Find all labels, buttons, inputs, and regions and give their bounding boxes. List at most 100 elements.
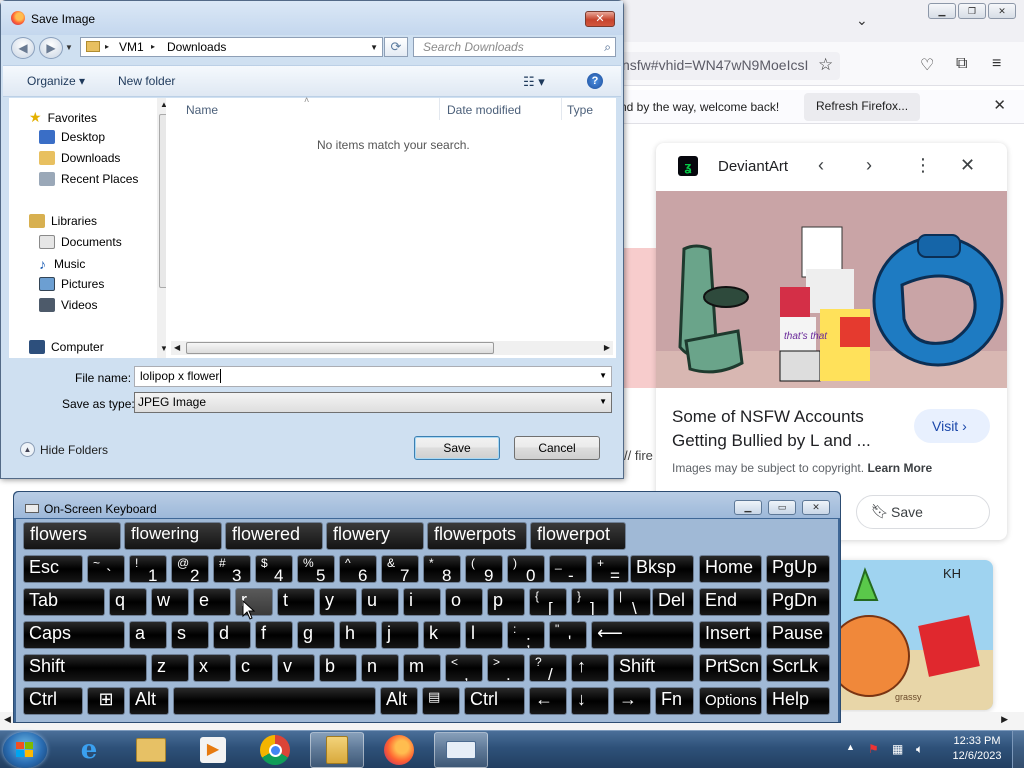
windows-key-icon[interactable]: ⊞ <box>87 687 125 715</box>
suggestion-key[interactable]: flowering <box>124 522 222 550</box>
on-screen-keyboard-icon[interactable] <box>434 732 488 768</box>
key-tab[interactable]: Tab <box>23 588 105 616</box>
key-pgup[interactable]: PgUp <box>766 555 830 583</box>
key-/[interactable]: ? / <box>529 654 567 682</box>
key-3[interactable]: #3 <box>213 555 251 583</box>
dialog-close-button[interactable]: ✕ <box>585 11 615 27</box>
key-e[interactable]: e <box>193 588 231 616</box>
file-list-hscrollbar[interactable]: ◀ ▶ <box>171 341 613 355</box>
key-l[interactable]: l <box>465 621 503 649</box>
forward-button[interactable]: ▶ <box>39 37 63 59</box>
key-left[interactable]: ← <box>529 687 567 715</box>
nav-documents[interactable]: Documents <box>39 235 122 249</box>
key-fn[interactable]: Fn <box>655 687 694 715</box>
key-a[interactable]: a <box>129 621 167 649</box>
key-5[interactable]: % 5 <box>297 555 335 583</box>
hscroll-right-icon[interactable]: ▶ <box>604 343 610 352</box>
file-list[interactable]: ˄ Name Date modified Type No items match… <box>166 95 616 358</box>
key-0[interactable]: ) 0 <box>507 555 545 583</box>
key-help[interactable]: Help <box>766 687 830 715</box>
search-input[interactable]: Search Downloads ⌕ <box>413 37 616 57</box>
related-image-card[interactable]: KH grassy <box>825 560 993 710</box>
suggestion-key[interactable]: flowers <box>23 522 121 550</box>
cancel-button[interactable]: Cancel <box>514 436 600 460</box>
key-n[interactable]: n <box>361 654 399 682</box>
save-type-select[interactable]: JPEG Image ▼ <box>134 392 612 413</box>
visit-button[interactable]: Visit › <box>914 409 990 443</box>
preview-image[interactable]: that's that <box>656 191 1007 388</box>
key-1[interactable]: ! 1 <box>129 555 167 583</box>
breadcrumb-vm1[interactable]: VM1 <box>119 40 144 54</box>
key-right[interactable]: → <box>613 687 651 715</box>
key-g[interactable]: g <box>297 621 335 649</box>
tab-list-chevron-icon[interactable]: ⌄ <box>856 12 868 29</box>
key-ctrl-left[interactable]: Ctrl <box>23 687 83 715</box>
key-,[interactable]: <, <box>445 654 483 682</box>
address-dropdown-icon[interactable]: ▼ <box>370 43 378 52</box>
close-notification-icon[interactable]: ✕ <box>993 96 1006 114</box>
key-4[interactable]: $4 <box>255 555 293 583</box>
address-chevron-icon[interactable]: ▸ <box>105 42 109 51</box>
next-arrow-icon[interactable]: › <box>866 155 872 176</box>
clock[interactable]: 12:33 PM 12/6/2023 <box>946 734 1008 764</box>
menu-key-icon[interactable]: ▤ <box>422 687 460 715</box>
key-space[interactable] <box>173 687 376 715</box>
key-c[interactable]: c <box>235 654 273 682</box>
hscroll-left-icon[interactable]: ◀ <box>174 343 180 352</box>
key-k[interactable]: k <box>423 621 461 649</box>
key-end[interactable]: End <box>699 588 762 616</box>
close-window-button[interactable]: ✕ <box>988 3 1016 19</box>
learn-more-link[interactable]: Learn More <box>867 461 932 475</box>
show-hidden-icons-icon[interactable]: ▲ <box>846 742 855 752</box>
osk-maximize-button[interactable]: ▭ <box>768 500 796 515</box>
key-.[interactable]: >. <box>487 654 525 682</box>
refresh-firefox-button[interactable]: Refresh Firefox... <box>804 93 921 121</box>
nav-pictures[interactable]: Pictures <box>39 277 104 291</box>
more-options-icon[interactable]: ⋮ <box>914 155 932 176</box>
key-home[interactable]: Home <box>699 555 762 583</box>
key-v[interactable]: v <box>277 654 315 682</box>
key-'[interactable]: " ' <box>549 621 587 649</box>
hscroll-thumb[interactable] <box>186 342 494 354</box>
suggestion-key[interactable]: flowery <box>326 522 424 550</box>
key-\[interactable]: | \ <box>613 588 651 616</box>
key-9[interactable]: (9 <box>465 555 503 583</box>
media-player-icon[interactable]: ▶ <box>186 732 240 768</box>
file-name-input[interactable]: lolipop x flower ▼ <box>134 366 612 387</box>
key-;[interactable]: :; <box>507 621 545 649</box>
internet-explorer-icon[interactable]: e <box>62 732 116 768</box>
nav-computer[interactable]: Computer <box>29 340 104 354</box>
key-q[interactable]: q <box>109 588 147 616</box>
key-w[interactable]: w <box>151 588 189 616</box>
key-p[interactable]: p <box>487 588 525 616</box>
key-7[interactable]: & 7 <box>381 555 419 583</box>
nav-favorites[interactable]: ★ Favorites <box>29 109 97 126</box>
breadcrumb-separator-icon[interactable]: ▸ <box>151 42 155 51</box>
key-[[interactable]: {[ <box>529 588 567 616</box>
refresh-button[interactable]: ⟳ <box>384 37 408 57</box>
key--[interactable]: _ - <box>549 555 587 583</box>
key-b[interactable]: b <box>319 654 357 682</box>
maximize-button[interactable]: ❐ <box>958 3 986 19</box>
key-options[interactable]: Options <box>699 687 762 715</box>
file-name-dropdown-icon[interactable]: ▼ <box>599 371 607 380</box>
key-j[interactable]: j <box>381 621 419 649</box>
url-bar[interactable]: nsfw#vhid=WN47wN9MoeIcsI <box>600 52 840 80</box>
suggestion-key[interactable]: flowerpots <box>427 522 527 550</box>
key-z[interactable]: z <box>151 654 189 682</box>
volume-icon[interactable]: 🔈︎ <box>916 742 923 757</box>
key-pause[interactable]: Pause <box>766 621 830 649</box>
key-6[interactable]: ^ 6 <box>339 555 377 583</box>
suggestion-key[interactable]: flowered <box>225 522 323 550</box>
network-icon[interactable]: ▦ <box>892 742 903 756</box>
osk-close-button[interactable]: ✕ <box>802 500 830 515</box>
nav-downloads[interactable]: Downloads <box>39 151 120 165</box>
show-desktop-button[interactable] <box>1012 731 1024 768</box>
column-divider[interactable] <box>561 98 562 120</box>
key-del[interactable]: Del <box>652 588 694 616</box>
save-type-dropdown-icon[interactable]: ▼ <box>599 397 607 406</box>
new-folder-button[interactable]: New folder <box>118 74 175 88</box>
recent-locations-icon[interactable]: ▼ <box>65 43 73 52</box>
key-s[interactable]: s <box>171 621 209 649</box>
column-divider[interactable] <box>439 98 440 120</box>
